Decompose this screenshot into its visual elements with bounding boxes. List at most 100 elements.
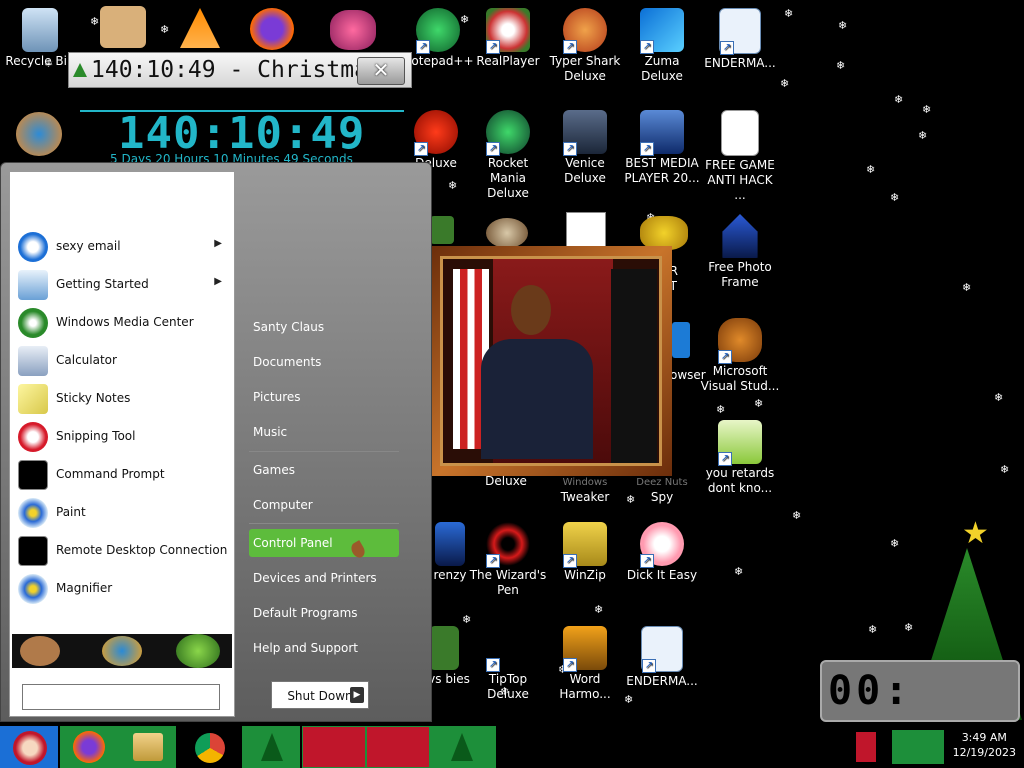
getting-started-icon xyxy=(18,270,48,300)
desktop-icon-zuma[interactable]: ↗ Zuma Deluxe xyxy=(622,8,702,84)
snowflake-icon: ❄ xyxy=(838,19,848,32)
snowflake-icon: ❄ xyxy=(836,59,846,72)
start-program-paint[interactable]: Paint xyxy=(16,496,230,530)
start-right-default-programs[interactable]: Default Programs xyxy=(249,599,399,627)
start-program-sexy-email[interactable]: sexy email ▶ xyxy=(16,230,230,264)
chrome-icon xyxy=(195,733,225,763)
notepad-plus-icon: ↗ xyxy=(416,8,460,54)
realplayer-icon: ↗ xyxy=(486,8,530,54)
program-label: Magnifier xyxy=(56,581,113,595)
desktop-icon-visual-studio[interactable]: ↗ Microsoft Visual Stud... xyxy=(700,318,780,394)
taskbar: 3:49 AM 12/19/2023 xyxy=(0,726,1024,768)
countdown-window-titlebar[interactable]: 140:10:49 - Christma... ✕ xyxy=(68,52,412,88)
desktop-icon-label: Zuma Deluxe xyxy=(641,54,683,83)
submenu-arrow-icon: ▶ xyxy=(214,238,222,249)
start-button[interactable] xyxy=(0,726,58,768)
start-right-help-support[interactable]: Help and Support xyxy=(249,634,399,662)
system-clock[interactable]: 3:49 AM 12/19/2023 xyxy=(953,730,1016,760)
photo-frame-widget[interactable] xyxy=(430,246,672,476)
desktop-icon-flower[interactable]: ↗ Dick It Easy xyxy=(622,522,702,583)
desktop-icon-realplayer[interactable]: ↗ RealPlayer xyxy=(468,8,548,69)
desktop-icon-deluxe-2[interactable]: Deluxe xyxy=(466,474,546,488)
taskbar-firefox-button[interactable] xyxy=(60,726,118,768)
start-program-magnifier[interactable]: Magnifier xyxy=(16,572,230,606)
pinned-games-strip xyxy=(12,634,232,668)
desktop-icon-typer-shark[interactable]: ↗ Typer Shark Deluxe xyxy=(545,8,625,84)
desktop-icon-tiptop[interactable]: ↗ TipTop Deluxe xyxy=(468,626,548,702)
start-right-devices-printers[interactable]: Devices and Printers xyxy=(249,564,399,592)
fish-game-icon[interactable] xyxy=(330,10,376,50)
desktop-icon-word-harmony[interactable]: ↗ Word Harmo... xyxy=(545,626,625,702)
desktop-icon-rocket-mania[interactable]: ↗ Rocket Mania Deluxe xyxy=(468,110,548,201)
start-right-santy-claus[interactable]: Santy Claus xyxy=(249,313,399,341)
wizard-game-icon[interactable] xyxy=(100,6,146,48)
start-right-music[interactable]: Music xyxy=(249,418,399,446)
start-right-computer[interactable]: Computer xyxy=(249,491,399,519)
venice-icon: ↗ xyxy=(563,110,607,156)
desktop-icon-spy[interactable]: Deez Nuts Spy xyxy=(622,474,702,505)
tray-icons[interactable] xyxy=(892,730,944,764)
edge-desktop-icon[interactable] xyxy=(16,112,62,156)
desktop-icon-media-player[interactable]: ↗ BEST MEDIA PLAYER 20... xyxy=(622,110,702,186)
program-label: Paint xyxy=(56,505,86,519)
taskbar-window-button[interactable] xyxy=(302,726,366,768)
compass-icon[interactable] xyxy=(102,636,142,666)
taskbar-explorer-button[interactable] xyxy=(118,726,176,768)
desktop-icon-venice[interactable]: ↗ Venice Deluxe xyxy=(545,110,625,186)
desktop-icon-anti-hack[interactable]: FREE GAME ANTI HACK ... xyxy=(700,110,780,203)
desktop-icon-free-photo-frame[interactable]: Free Photo Frame xyxy=(700,214,780,290)
tree-icon xyxy=(73,63,87,77)
taskbar-window-button[interactable] xyxy=(366,726,430,768)
browser-partial-icon[interactable] xyxy=(672,322,690,358)
desktop-icon-label: ENDERMA... xyxy=(704,56,776,70)
search-input[interactable] xyxy=(22,684,220,710)
start-right-documents[interactable]: Documents xyxy=(249,348,399,376)
shutdown-button[interactable]: Shut Down ▶ xyxy=(271,681,369,709)
desktop-icon-wizards-pen[interactable]: ↗ The Wizard's Pen xyxy=(468,522,548,598)
desktop-icon-enderman-2[interactable]: ↗ ENDERMA... xyxy=(622,626,702,689)
start-right-pictures[interactable]: Pictures xyxy=(249,383,399,411)
start-right-control-panel[interactable]: Control Panel xyxy=(249,529,399,557)
shutdown-label: Shut Down xyxy=(287,689,353,703)
show-hidden-icons-button[interactable] xyxy=(856,732,876,762)
explorer-icon xyxy=(133,733,163,761)
photo xyxy=(440,256,662,466)
start-program-command-prompt[interactable]: Command Prompt xyxy=(16,458,230,492)
firefox-desktop-icon[interactable] xyxy=(250,8,294,50)
start-program-remote-desktop[interactable]: Remote Desktop Connection xyxy=(16,534,230,568)
magnifier-icon xyxy=(18,574,48,604)
remote-desktop-icon xyxy=(18,536,48,566)
partial-game-icon[interactable] xyxy=(430,216,454,244)
snowflake-icon: ❄ xyxy=(448,179,458,192)
desktop-icon-notes[interactable]: ↗ you retards dont kno... xyxy=(700,420,780,496)
taskbar-christmas-button[interactable] xyxy=(242,726,300,768)
start-program-windows-media-center[interactable]: Windows Media Center xyxy=(16,306,230,340)
program-label: Getting Started xyxy=(56,277,149,291)
taskbar-christmas-button-2[interactable] xyxy=(430,726,496,768)
start-program-snipping-tool[interactable]: Snipping Tool xyxy=(16,420,230,454)
snowflake-icon: ❄ xyxy=(894,93,904,106)
close-button[interactable]: ✕ xyxy=(357,57,405,85)
typer-shark-icon: ↗ xyxy=(563,8,607,54)
taskbar-chrome-button[interactable] xyxy=(180,726,238,768)
skull-game-icon[interactable] xyxy=(486,218,528,248)
shutdown-options-arrow-icon[interactable]: ▶ xyxy=(350,687,364,703)
document-icon[interactable] xyxy=(566,212,606,250)
frog-icon[interactable] xyxy=(176,634,220,668)
desktop-icon-tweaker[interactable]: Windows Tweaker xyxy=(545,474,625,505)
clock-widget[interactable]: 00: xyxy=(820,660,1020,722)
start-program-calculator[interactable]: Calculator xyxy=(16,344,230,378)
desktop-icon-enderman[interactable]: ↗ ENDERMA... xyxy=(700,8,780,71)
start-program-getting-started[interactable]: Getting Started ▶ xyxy=(16,268,230,302)
wizard-icon[interactable] xyxy=(20,636,60,666)
frenzy-icon xyxy=(435,522,465,566)
snowflake-icon: ❄ xyxy=(754,397,764,410)
desktop-icon-winzip[interactable]: ↗ WinZip xyxy=(545,522,625,583)
start-program-sticky-notes[interactable]: Sticky Notes xyxy=(16,382,230,416)
menu-separator xyxy=(249,523,399,524)
enderman-icon: ↗ xyxy=(719,8,761,55)
frog-game-icon[interactable] xyxy=(640,216,688,250)
start-right-games[interactable]: Games xyxy=(249,456,399,484)
anti-hack-icon xyxy=(721,110,759,156)
vlc-icon[interactable] xyxy=(180,8,220,48)
